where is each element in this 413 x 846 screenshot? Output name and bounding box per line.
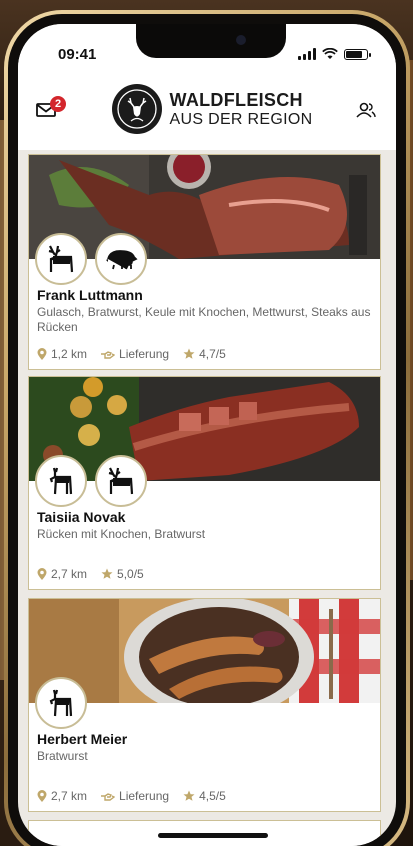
star-icon (183, 348, 195, 359)
location-pin-icon (37, 790, 47, 802)
vendor-cuts: Gulasch, Bratwurst, Keule mit Knochen, M… (37, 305, 371, 334)
roe-deer-icon (35, 455, 87, 507)
vendor-meta: 2,7 km Lieferung 4,5/5 (37, 789, 226, 803)
rating: 5,0/5 (101, 567, 144, 581)
logo-text: WALDFLEISCH AUS DER REGION (170, 90, 313, 129)
delivery-label: Lieferung (119, 347, 170, 361)
brand-logo: WALDFLEISCH AUS DER REGION (111, 84, 313, 134)
rating-label: 4,5/5 (199, 789, 226, 803)
animal-icons (35, 677, 87, 729)
roe-deer-icon (35, 677, 87, 729)
logo-subtitle: AUS DER REGION (169, 110, 313, 128)
distance: 2,7 km (37, 567, 87, 581)
vendor-cuts: Rücken mit Knochen, Bratwurst (37, 527, 206, 541)
distance-label: 2,7 km (51, 789, 88, 803)
rating: 4,5/5 (183, 789, 226, 803)
app-screen: 09:41 2 WALDFLEISCH AUS DER REGION Frank… (18, 24, 396, 846)
vendor-name: Frank Luttmann (37, 287, 143, 303)
delivery: Lieferung (101, 789, 169, 803)
status-time: 09:41 (58, 45, 97, 63)
users-icon[interactable] (356, 102, 376, 118)
location-pin-icon (37, 568, 47, 580)
battery-icon (344, 48, 371, 60)
animal-icons (35, 233, 147, 285)
rating-label: 5,0/5 (117, 567, 144, 581)
distance-label: 2,7 km (51, 567, 88, 581)
home-indicator (158, 833, 268, 838)
distance: 2,7 km (37, 789, 87, 803)
vendor-name: Taisiia Novak (37, 509, 126, 525)
vendor-card[interactable]: Frank Luttmann Gulasch, Bratwurst, Keule… (28, 154, 381, 370)
delivery-hand-icon (101, 793, 116, 801)
deer-icon (35, 233, 87, 285)
wifi-icon (322, 48, 338, 59)
deer-logo-icon (111, 84, 162, 134)
red-deer-icon (95, 455, 147, 507)
notch (136, 24, 286, 58)
camera (236, 35, 246, 45)
distance: 1,2 km (37, 347, 87, 361)
vendor-meta: 1,2 km Lieferung 4,7/5 (37, 347, 226, 361)
logo-title: WALDFLEISCH (169, 89, 303, 110)
distance-label: 1,2 km (51, 347, 88, 361)
rating: 4,7/5 (183, 347, 226, 361)
delivery-hand-icon (101, 351, 116, 359)
phone-frame: 09:41 2 WALDFLEISCH AUS DER REGION Frank… (4, 10, 410, 846)
star-icon (183, 790, 195, 801)
status-icons (298, 48, 371, 60)
signal-icon (298, 48, 316, 60)
vendor-cuts: Bratwurst (37, 749, 88, 763)
phone-bezel: 09:41 2 WALDFLEISCH AUS DER REGION Frank… (8, 14, 406, 846)
vendor-meta: 2,7 km 5,0/5 (37, 567, 144, 581)
notification-badge: 2 (50, 96, 66, 112)
boar-icon (95, 233, 147, 285)
delivery-label: Lieferung (119, 789, 170, 803)
rating-label: 4,7/5 (199, 347, 226, 361)
app-header: 2 WALDFLEISCH AUS DER REGION (18, 70, 396, 150)
vendor-card[interactable]: Herbert Meier Bratwurst 2,7 km Lieferung (28, 598, 381, 812)
delivery: Lieferung (101, 347, 169, 361)
vendor-card[interactable]: Taisiia Novak Rücken mit Knochen, Bratwu… (28, 376, 381, 590)
vendor-name: Herbert Meier (37, 731, 128, 747)
star-icon (101, 568, 113, 579)
animal-icons (35, 455, 147, 507)
location-pin-icon (37, 348, 47, 360)
